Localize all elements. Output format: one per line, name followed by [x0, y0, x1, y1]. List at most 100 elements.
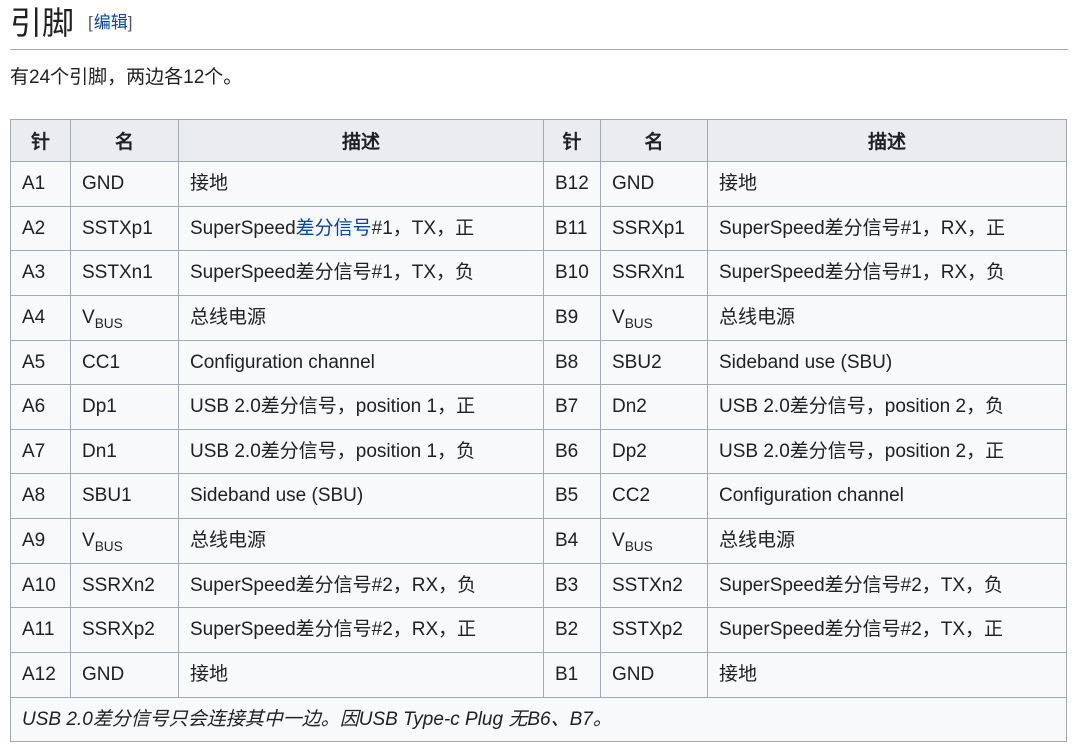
pin-cell: A6 — [11, 385, 71, 430]
name-subscript: BUS — [95, 539, 123, 554]
desc-cell: USB 2.0差分信号，position 2，负 — [708, 385, 1067, 430]
name-cell: GND — [71, 653, 179, 698]
name-cell: CC2 — [601, 474, 708, 519]
desc-text: Sideband use (SBU) — [719, 352, 892, 373]
name-cell: Dp1 — [71, 385, 179, 430]
desc-text: 接地 — [719, 664, 757, 685]
pin-cell: B10 — [544, 251, 601, 296]
name-cell: SBU2 — [601, 340, 708, 385]
pin-cell: A4 — [11, 295, 71, 340]
name-cell: VBUS — [71, 519, 179, 564]
desc-cell: 总线电源 — [708, 295, 1067, 340]
desc-text: SuperSpeed差分信号#2，RX，负 — [190, 575, 476, 596]
desc-cell: USB 2.0差分信号，position 2，正 — [708, 429, 1067, 474]
pin-table-row: A8SBU1 Sideband use (SBU) B5CC2 Configurati… — [11, 474, 1067, 519]
pin-cell: A12 — [11, 653, 71, 698]
desc-text: SuperSpeed差分信号#2，TX，正 — [719, 619, 1003, 640]
column-header-desc-b: 描述 — [708, 119, 1067, 161]
desc-text: 接地 — [190, 173, 228, 194]
column-header-pin-a: 针 — [11, 119, 71, 161]
pin-cell: A7 — [11, 429, 71, 474]
name-cell: Dn2 — [601, 385, 708, 430]
desc-cell: Sideband use (SBU) — [708, 340, 1067, 385]
pin-table-row: A12GND接地B1GND接地 — [11, 653, 1067, 698]
column-header-name-a: 名 — [71, 119, 179, 161]
pin-cell: B6 — [544, 429, 601, 474]
column-header-desc-a: 描述 — [179, 119, 544, 161]
pin-table-row: A6Dp1 USB 2.0差分信号，position 1，正 B7Dn2USB 2.… — [11, 385, 1067, 430]
desc-text: 总线电源 — [190, 530, 266, 551]
pin-cell: B12 — [544, 161, 601, 206]
column-header-pin-b: 针 — [544, 119, 601, 161]
pin-cell: A5 — [11, 340, 71, 385]
pin-table-row: A4VBUS总线电源B9VBUS总线电源 — [11, 295, 1067, 340]
pin-cell: B7 — [544, 385, 601, 430]
name-cell: VBUS — [601, 295, 708, 340]
desc-text: 总线电源 — [719, 530, 795, 551]
desc-text: 接地 — [719, 173, 757, 194]
desc-text: USB 2.0差分信号，position 1，正 — [190, 396, 475, 417]
table-footnote: USB 2.0差分信号只会连接其中一边。因USB Type-c Plug 无B6… — [11, 697, 1067, 742]
desc-text: Sideband use (SBU) — [190, 485, 363, 506]
column-header-name-b: 名 — [601, 119, 708, 161]
pin-table-row: A7Dn1USB 2.0差分信号，position 1，负B6Dp2USB 2.… — [11, 429, 1067, 474]
pin-table-header-row: 针 名 描述 针 名 描述 — [11, 119, 1067, 161]
pin-cell: A2 — [11, 206, 71, 251]
desc-cell: Configuration channel — [708, 474, 1067, 519]
article-section: 引脚 [编辑] 有24个引脚，两边各12个。 针 名 描述 针 名 描述 A1G… — [0, 0, 1079, 748]
pin-cell: B1 — [544, 653, 601, 698]
desc-cell: 总线电源 — [708, 519, 1067, 564]
name-cell: VBUS — [71, 295, 179, 340]
desc-cell: 总线电源 — [179, 295, 544, 340]
desc-text: 总线电源 — [190, 307, 266, 328]
pin-cell: B4 — [544, 519, 601, 564]
name-subscript: BUS — [95, 316, 123, 331]
table-footnote-row: USB 2.0差分信号只会连接其中一边。因USB Type-c Plug 无B6… — [11, 697, 1067, 742]
pin-table-row: A10SSRXn2SuperSpeed差分信号#2，RX，负B3SSTXn2Su… — [11, 563, 1067, 608]
pin-cell: A8 — [11, 474, 71, 519]
pin-table-body: A1GND接地B12GND接地A2SSTXp1SuperSpeed差分信号#1，… — [11, 161, 1067, 697]
desc-text: Configuration channel — [719, 485, 904, 506]
edit-bracket-close: ] — [128, 13, 134, 32]
name-cell: SSRXn2 — [71, 563, 179, 608]
desc-cell: USB 2.0差分信号，position 1，负 — [179, 429, 544, 474]
desc-cell: 接地 — [708, 653, 1067, 698]
desc-text: SuperSpeed — [190, 218, 296, 239]
desc-cell: SuperSpeed差分信号#1，RX，负 — [708, 251, 1067, 296]
desc-cell: SuperSpeed差分信号#1，TX，负 — [179, 251, 544, 296]
desc-cell: SuperSpeed差分信号#1，TX，正 — [179, 206, 544, 251]
pin-cell: A1 — [11, 161, 71, 206]
edit-link[interactable]: 编辑 — [94, 13, 128, 32]
desc-cell: 接地 — [708, 161, 1067, 206]
pin-cell: B5 — [544, 474, 601, 519]
name-cell: SSRXn1 — [601, 251, 708, 296]
name-subscript: BUS — [625, 539, 653, 554]
name-cell: Dp2 — [601, 429, 708, 474]
pin-cell: B2 — [544, 608, 601, 653]
pinout-table: 针 名 描述 针 名 描述 A1GND接地B12GND接地A2SSTXp1Sup… — [10, 119, 1067, 742]
desc-link[interactable]: 差分信号 — [296, 218, 372, 239]
desc-cell: Configuration channel — [179, 340, 544, 385]
desc-cell: SuperSpeed差分信号#2，TX，正 — [708, 608, 1067, 653]
desc-text: SuperSpeed差分信号#2，TX，负 — [719, 575, 1003, 596]
desc-cell: SuperSpeed差分信号#2，TX，负 — [708, 563, 1067, 608]
name-cell: SSTXp1 — [71, 206, 179, 251]
desc-cell: 总线电源 — [179, 519, 544, 564]
page-title: 引脚 — [10, 4, 74, 42]
desc-text: USB 2.0差分信号，position 1，负 — [190, 441, 475, 462]
name-cell: SSTXp2 — [601, 608, 708, 653]
desc-text: USB 2.0差分信号，position 2，正 — [719, 441, 1004, 462]
pin-cell: B11 — [544, 206, 601, 251]
desc-text: 总线电源 — [719, 307, 795, 328]
name-cell: VBUS — [601, 519, 708, 564]
intro-paragraph: 有24个引脚，两边各12个。 — [10, 65, 1068, 92]
desc-cell: 接地 — [179, 653, 544, 698]
pin-cell: B9 — [544, 295, 601, 340]
name-cell: SBU1 — [71, 474, 179, 519]
desc-text: SuperSpeed差分信号#1，TX，负 — [190, 262, 474, 283]
name-cell: GND — [601, 161, 708, 206]
desc-text: SuperSpeed差分信号#1，RX，负 — [719, 262, 1005, 283]
pin-cell: A9 — [11, 519, 71, 564]
name-subscript: BUS — [625, 316, 653, 331]
name-cell: GND — [71, 161, 179, 206]
